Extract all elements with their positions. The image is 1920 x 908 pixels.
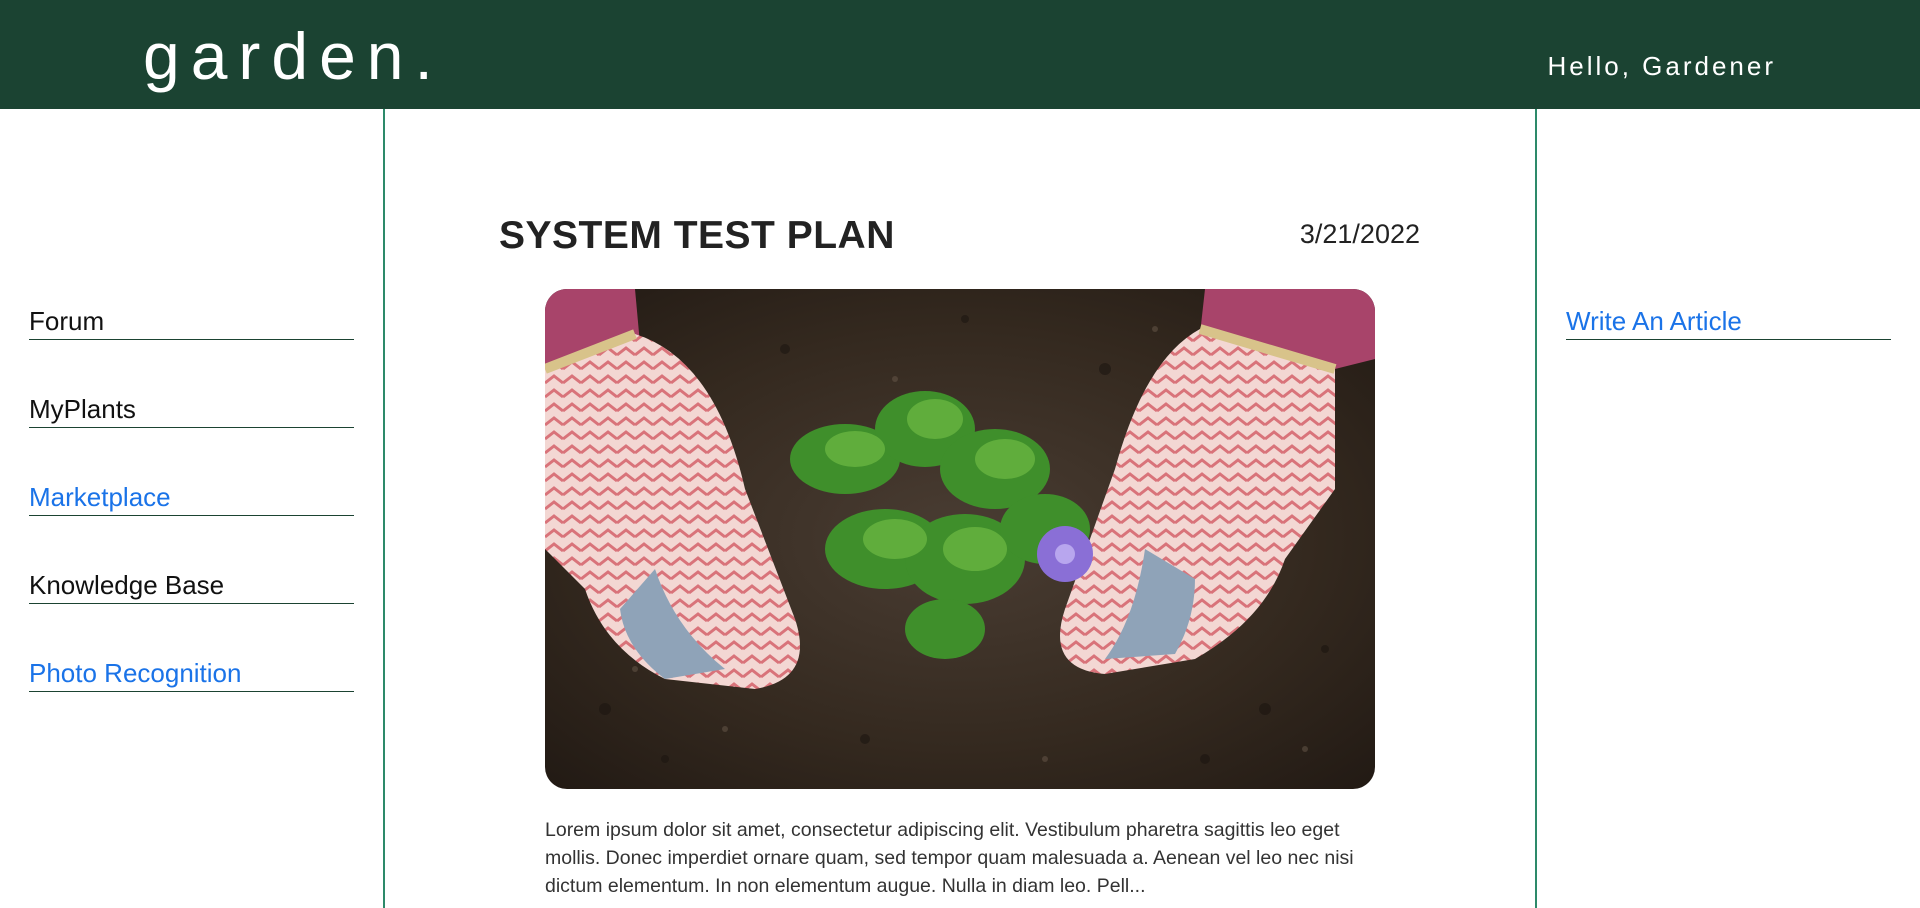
article-hero-image[interactable]	[545, 289, 1375, 789]
sidebar-item-photo-recognition[interactable]: Photo Recognition	[29, 656, 354, 692]
article-title: SYSTEM TEST PLAN	[499, 214, 895, 257]
sidebar-item-myplants[interactable]: MyPlants	[29, 392, 354, 428]
top-header: garden. Hello, Gardener	[0, 0, 1920, 109]
user-greeting[interactable]: Hello, Gardener	[1547, 51, 1776, 81]
gardening-gloves-seedling-photo	[545, 289, 1375, 789]
write-article-link[interactable]: Write An Article	[1566, 304, 1891, 340]
site-logo[interactable]: garden.	[143, 18, 444, 94]
sidebar-item-knowledge-base[interactable]: Knowledge Base	[29, 568, 354, 604]
sidebar-item-marketplace[interactable]: Marketplace	[29, 480, 354, 516]
sidebar-item-forum[interactable]: Forum	[29, 304, 354, 340]
right-divider	[1535, 109, 1537, 908]
article-excerpt: Lorem ipsum dolor sit amet, consectetur …	[545, 819, 1354, 897]
right-panel: Write An Article	[1566, 304, 1891, 340]
left-divider	[383, 109, 385, 908]
sidebar-nav: Forum MyPlants Marketplace Knowledge Bas…	[29, 304, 354, 744]
article-date: 3/21/2022	[1299, 219, 1420, 249]
